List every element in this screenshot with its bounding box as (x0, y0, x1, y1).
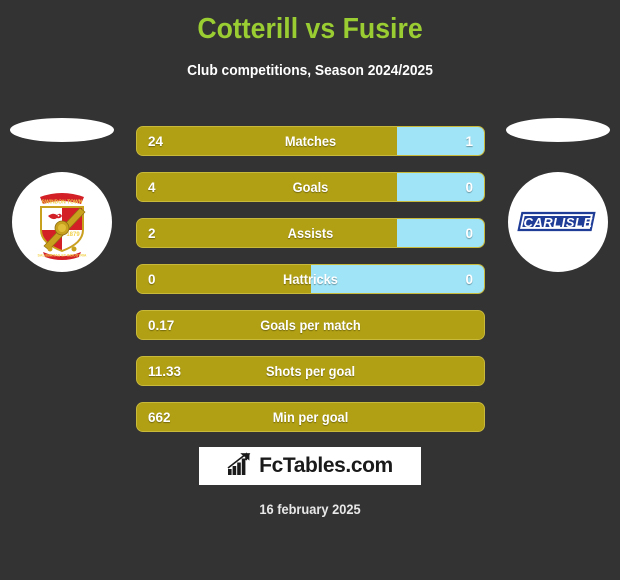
page-title: Cotterill vs Fusire (197, 13, 423, 45)
stat-row: 2 Assists 0 (136, 218, 485, 248)
fctables-brand[interactable]: FcTables.com (199, 447, 421, 485)
stats-list: 24 Matches 1 4 Goals 0 2 Assists 0 0 Hat… (136, 126, 485, 448)
page-subtitle: Club competitions, Season 2024/2025 (187, 63, 433, 79)
header: Cotterill vs Fusire Club competitions, S… (0, 0, 620, 80)
brand-label: FcTables.com (259, 454, 393, 477)
swindon-town-crest-icon: SWINDON TOWN 1879 SALUBRITAS ET INDUSTRI… (12, 172, 112, 272)
carlisle-logo-icon: CARLISLE (508, 172, 608, 272)
svg-text:SALUBRITAS ET INDUSTRIA: SALUBRITAS ET INDUSTRIA (37, 254, 86, 258)
stat-label: Goals (292, 179, 329, 195)
generated-date: 16 february 2025 (259, 502, 361, 517)
svg-text:CARLISLE: CARLISLE (524, 215, 593, 230)
team-logo-left: SWINDON TOWN 1879 SALUBRITAS ET INDUSTRI… (6, 118, 118, 272)
stat-label: Matches (284, 133, 337, 149)
logo-ellipse-decoration-right (506, 118, 610, 142)
stat-row: 0.17 Goals per match (136, 310, 485, 340)
team-logo-right: CARLISLE (502, 118, 614, 272)
stat-label: Min per goal (272, 409, 349, 425)
stat-row: 24 Matches 1 (136, 126, 485, 156)
logo-ellipse-decoration-left (10, 118, 114, 142)
stat-row: 4 Goals 0 (136, 172, 485, 202)
stat-row: 0 Hattricks 0 (136, 264, 485, 294)
stat-row: 662 Min per goal (136, 402, 485, 432)
stat-label: Hattricks (283, 271, 338, 287)
stat-row: 11.33 Shots per goal (136, 356, 485, 386)
stat-label: Goals per match (260, 317, 361, 333)
stat-value-right: 0 (465, 179, 473, 195)
stat-label: Assists (287, 225, 334, 241)
svg-text:1879: 1879 (66, 232, 80, 238)
stat-value-right: 1 (465, 133, 473, 149)
bar-chart-growth-icon (227, 451, 253, 481)
stat-label: Shots per goal (265, 363, 356, 379)
stat-value-right: 0 (465, 271, 473, 287)
svg-text:SWINDON TOWN: SWINDON TOWN (42, 200, 83, 206)
player-comparison-infographic: Cotterill vs Fusire Club competitions, S… (0, 0, 620, 580)
stat-value-right: 0 (465, 225, 473, 241)
